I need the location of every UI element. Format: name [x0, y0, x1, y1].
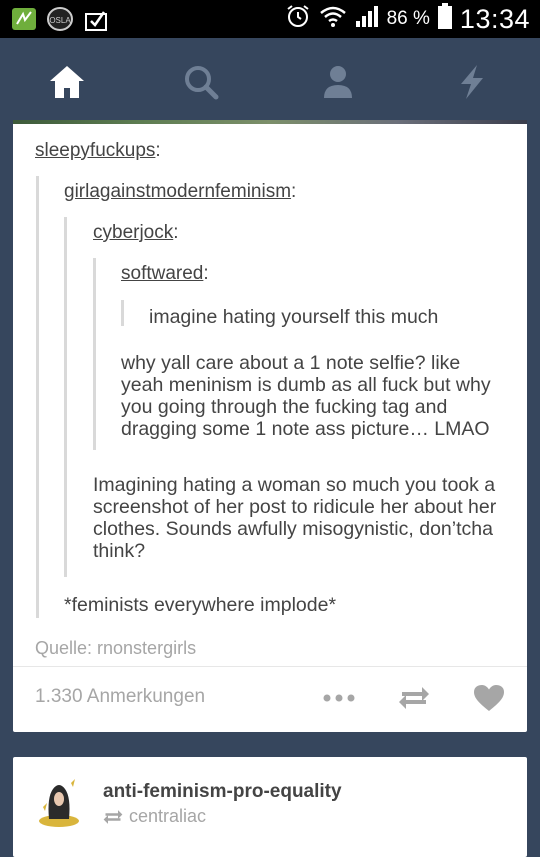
blog-name[interactable]: anti-feminism-pro-equality [103, 781, 342, 803]
reblog-icon [399, 687, 429, 709]
download-complete-icon [82, 6, 110, 32]
alarm-icon [285, 3, 311, 35]
top-nav-bar [0, 38, 540, 124]
post-text-1: imagine hating yourself this much [149, 306, 439, 328]
colon: : [155, 140, 161, 161]
search-icon [185, 66, 219, 100]
quote-bar-1 [36, 176, 39, 618]
signal-icon [355, 3, 379, 35]
next-post-card: anti-feminism-pro-equality centraliac [13, 757, 527, 857]
reblog-header-2: girlagainstmodernfeminism: [64, 181, 296, 203]
account-tab[interactable] [318, 62, 358, 102]
notification-badge-icon: OSLA [46, 6, 74, 32]
notes-count[interactable]: 1.330 Anmerkungen [35, 686, 205, 708]
avatar[interactable] [35, 777, 83, 829]
colon: : [173, 222, 179, 243]
post-image-edge [13, 120, 527, 124]
reblog-header-4: softwared: [121, 263, 209, 285]
search-tab[interactable] [181, 62, 221, 102]
wifi-icon [319, 3, 347, 35]
person-icon [324, 66, 352, 98]
home-icon [50, 66, 84, 98]
username-link[interactable]: softwared [121, 263, 203, 284]
post-card: sleepyfuckups: girlagainstmodernfeminism… [13, 120, 527, 732]
username-link[interactable]: sleepyfuckups [35, 140, 155, 161]
activity-tab[interactable] [452, 62, 492, 102]
post-text-4: *feminists everywhere implode* [64, 594, 337, 616]
colon: : [291, 181, 297, 202]
reblogged-from: centraliac [103, 806, 206, 827]
heart-icon [474, 685, 504, 711]
more-dots-icon [323, 694, 355, 702]
battery-icon [437, 3, 452, 35]
reblog-icon [103, 809, 123, 824]
notification-app-icon [10, 6, 38, 32]
quote-bar-2 [64, 217, 67, 577]
post-source[interactable]: Quelle: rnonstergirls [35, 638, 196, 659]
divider [13, 666, 527, 667]
clock: 13:34 [459, 3, 530, 34]
post-text-3: Imagining hating a woman so much you too… [93, 474, 497, 562]
more-options-button[interactable] [319, 680, 359, 716]
svg-text:OSLA: OSLA [49, 16, 71, 25]
post-text-2: why yall care about a 1 note selfie? lik… [121, 352, 491, 440]
reblog-header-3: cyberjock: [93, 222, 179, 244]
like-button[interactable] [469, 680, 509, 716]
username-link[interactable]: girlagainstmodernfeminism [64, 181, 291, 202]
status-bar: OSLA 86 % 13:34 [0, 0, 540, 38]
reblog-button[interactable] [394, 680, 434, 716]
reblogged-from-name[interactable]: centraliac [129, 806, 206, 827]
home-tab[interactable] [47, 62, 87, 102]
username-link[interactable]: cyberjock [93, 222, 173, 243]
reblog-header-1: sleepyfuckups: [35, 140, 161, 162]
lightning-icon [461, 65, 483, 99]
colon: : [203, 263, 209, 284]
quote-bar-3 [93, 258, 96, 450]
quote-bar-4 [121, 300, 124, 326]
battery-percent: 86 % [386, 8, 430, 29]
